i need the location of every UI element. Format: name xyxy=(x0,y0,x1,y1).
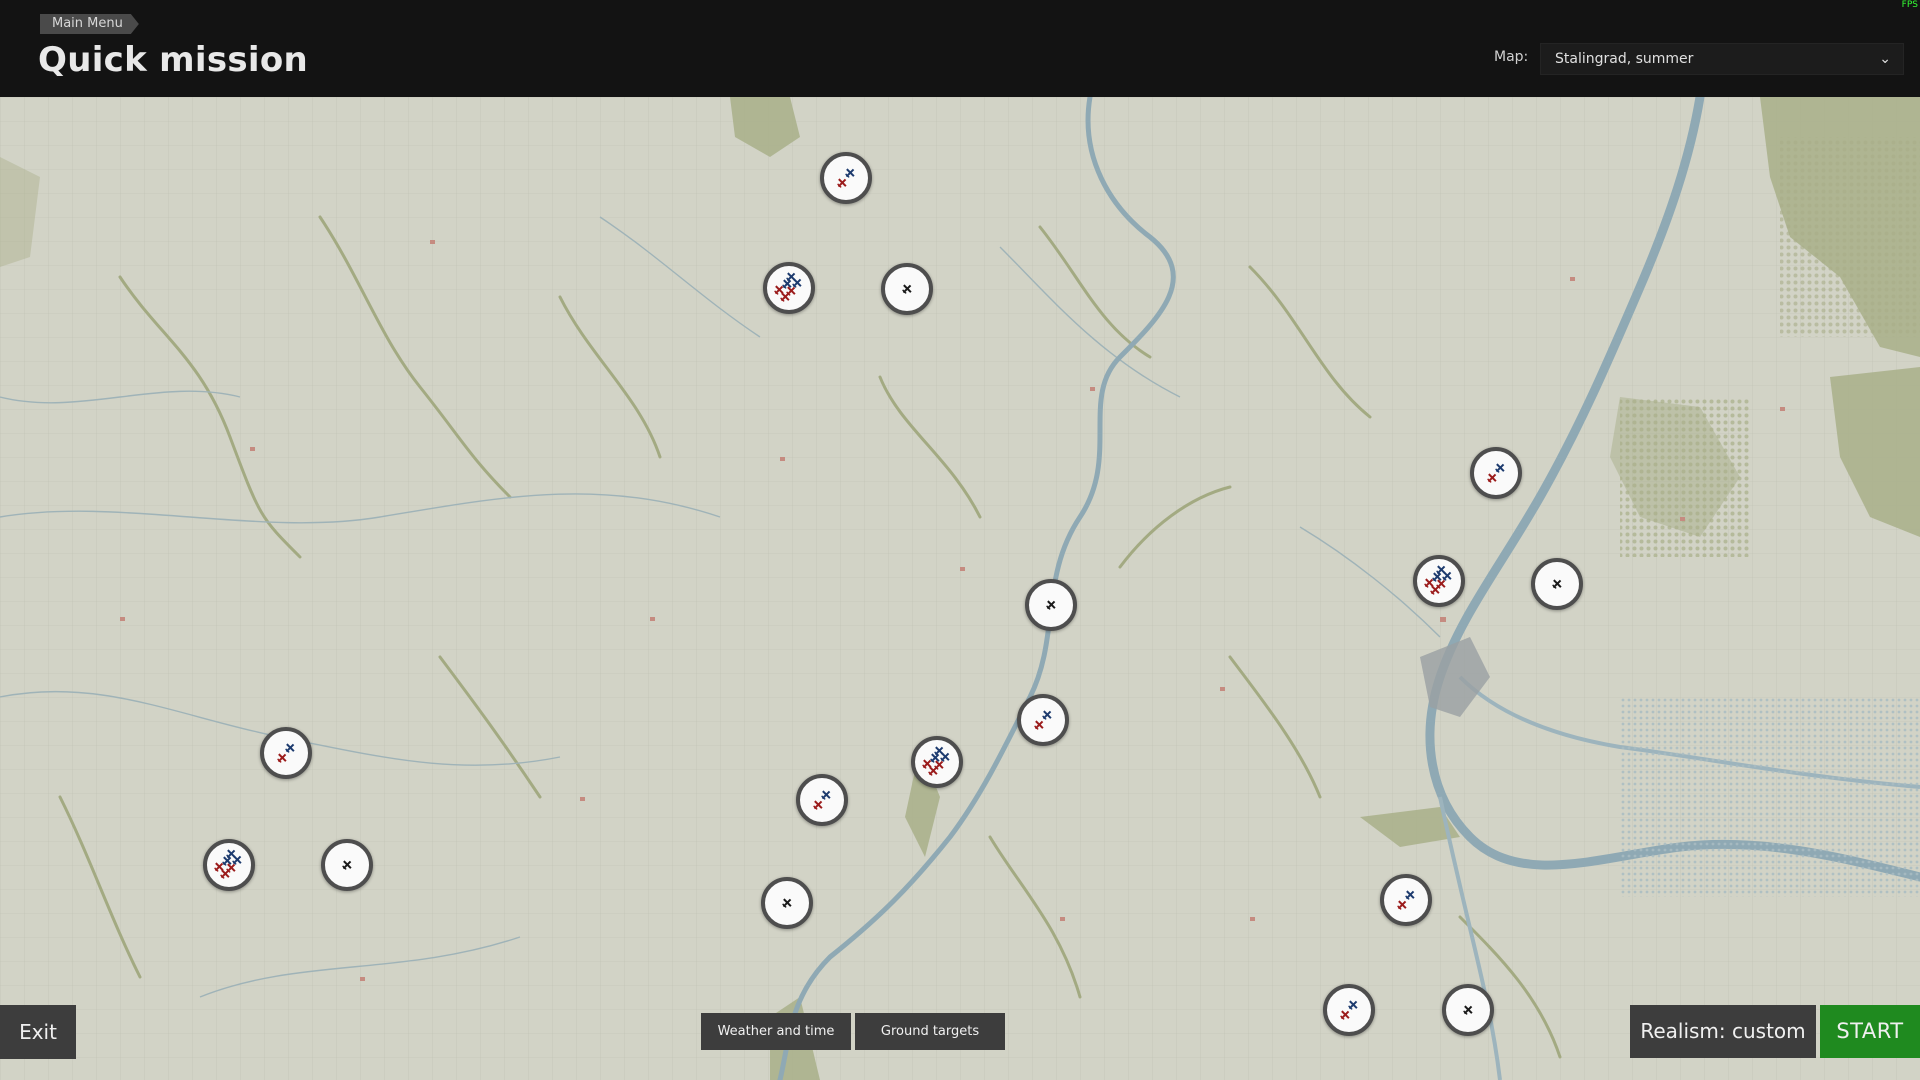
airfield-pair-icon xyxy=(1487,463,1505,483)
volga-floodplain xyxy=(1620,697,1920,897)
airfield-pair-icon xyxy=(1340,1000,1358,1020)
map-grid xyxy=(0,97,1920,1080)
mission-map[interactable] xyxy=(0,97,1920,1080)
page-title: Quick mission xyxy=(38,40,309,80)
map-terrain xyxy=(0,97,1920,1080)
airfield-group-icon xyxy=(774,272,802,302)
airfield-single-icon xyxy=(902,284,912,294)
airfield-group-icon xyxy=(922,746,950,776)
airfield-marker-af4[interactable] xyxy=(1470,447,1522,499)
airfield-marker-af6[interactable] xyxy=(1531,558,1583,610)
airfield-pair-icon xyxy=(1034,710,1052,730)
airfield-marker-af12[interactable] xyxy=(796,774,848,826)
airfield-marker-af14[interactable] xyxy=(203,839,255,891)
exit-button[interactable]: Exit xyxy=(0,1005,76,1059)
breadcrumb-main-menu[interactable]: Main Menu xyxy=(40,14,139,34)
airfield-marker-af17[interactable] xyxy=(1323,984,1375,1036)
airfield-single-icon xyxy=(1046,600,1056,610)
airfield-pair-icon xyxy=(1397,890,1415,910)
map-select-dropdown[interactable]: Stalingrad, summer ⌄ xyxy=(1540,43,1904,75)
map-label: Map: xyxy=(1494,49,1529,65)
airfield-pair-icon xyxy=(813,790,831,810)
airfield-marker-af15[interactable] xyxy=(321,839,373,891)
airfield-pair-icon xyxy=(837,168,855,188)
airfield-single-icon xyxy=(782,898,792,908)
airfield-single-icon xyxy=(1552,579,1562,589)
airfield-group-icon xyxy=(1424,565,1452,595)
ground-targets-button[interactable]: Ground targets xyxy=(855,1013,1005,1050)
airfield-marker-af10[interactable] xyxy=(911,736,963,788)
airfield-marker-af3[interactable] xyxy=(881,263,933,315)
airfield-pair-icon xyxy=(277,743,295,763)
chevron-down-icon: ⌄ xyxy=(1879,51,1891,67)
airfield-marker-af16[interactable] xyxy=(1442,984,1494,1036)
airfield-group-icon xyxy=(214,849,242,879)
map-select-value: Stalingrad, summer xyxy=(1555,51,1694,67)
fps-counter: FPS xyxy=(1901,0,1918,10)
airfield-marker-af2[interactable] xyxy=(763,262,815,314)
airfield-marker-af13[interactable] xyxy=(1380,874,1432,926)
top-bar: Main Menu Quick mission Map: Stalingrad,… xyxy=(0,0,1920,97)
airfield-single-icon xyxy=(342,860,352,870)
airfield-single-icon xyxy=(1463,1005,1473,1015)
weather-and-time-button[interactable]: Weather and time xyxy=(701,1013,851,1050)
realism-button[interactable]: Realism: custom xyxy=(1630,1005,1816,1058)
start-button[interactable]: START xyxy=(1820,1005,1920,1058)
airfield-marker-af11[interactable] xyxy=(761,877,813,929)
airfield-marker-af9[interactable] xyxy=(260,727,312,779)
airfield-marker-af1[interactable] xyxy=(820,152,872,204)
airfield-marker-af5[interactable] xyxy=(1413,555,1465,607)
airfield-marker-af8[interactable] xyxy=(1017,694,1069,746)
airfield-marker-af7[interactable] xyxy=(1025,579,1077,631)
